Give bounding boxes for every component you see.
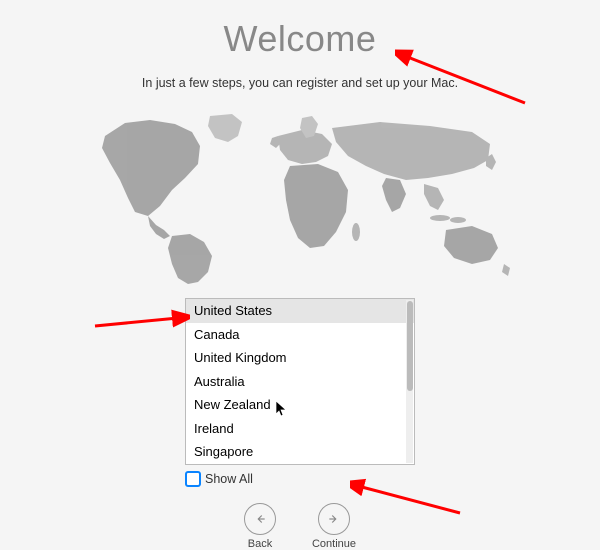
list-item[interactable]: United States	[186, 299, 414, 323]
continue-label: Continue	[312, 538, 356, 550]
list-item[interactable]: Canada	[186, 323, 414, 347]
back-button[interactable]: Back	[244, 503, 276, 550]
world-map	[80, 108, 520, 288]
show-all-checkbox[interactable]	[185, 471, 201, 487]
list-item[interactable]: Singapore	[186, 440, 414, 464]
show-all-label: Show All	[205, 472, 253, 486]
list-item[interactable]: New Zealand	[186, 393, 414, 417]
page-subtitle: In just a few steps, you can register an…	[0, 76, 600, 90]
list-item[interactable]: Ireland	[186, 417, 414, 441]
forward-arrow-icon	[318, 503, 350, 535]
annotation-arrow-icon	[90, 308, 190, 338]
continue-button[interactable]: Continue	[312, 503, 356, 550]
list-item[interactable]: Australia	[186, 370, 414, 394]
scrollbar-track[interactable]	[406, 300, 413, 463]
back-arrow-icon	[244, 503, 276, 535]
country-list[interactable]: United States Canada United Kingdom Aust…	[185, 298, 415, 465]
back-label: Back	[248, 538, 272, 550]
scrollbar-thumb[interactable]	[407, 301, 413, 391]
page-title: Welcome	[0, 18, 600, 60]
list-item[interactable]: United Kingdom	[186, 346, 414, 370]
show-all-row: Show All	[185, 471, 415, 487]
